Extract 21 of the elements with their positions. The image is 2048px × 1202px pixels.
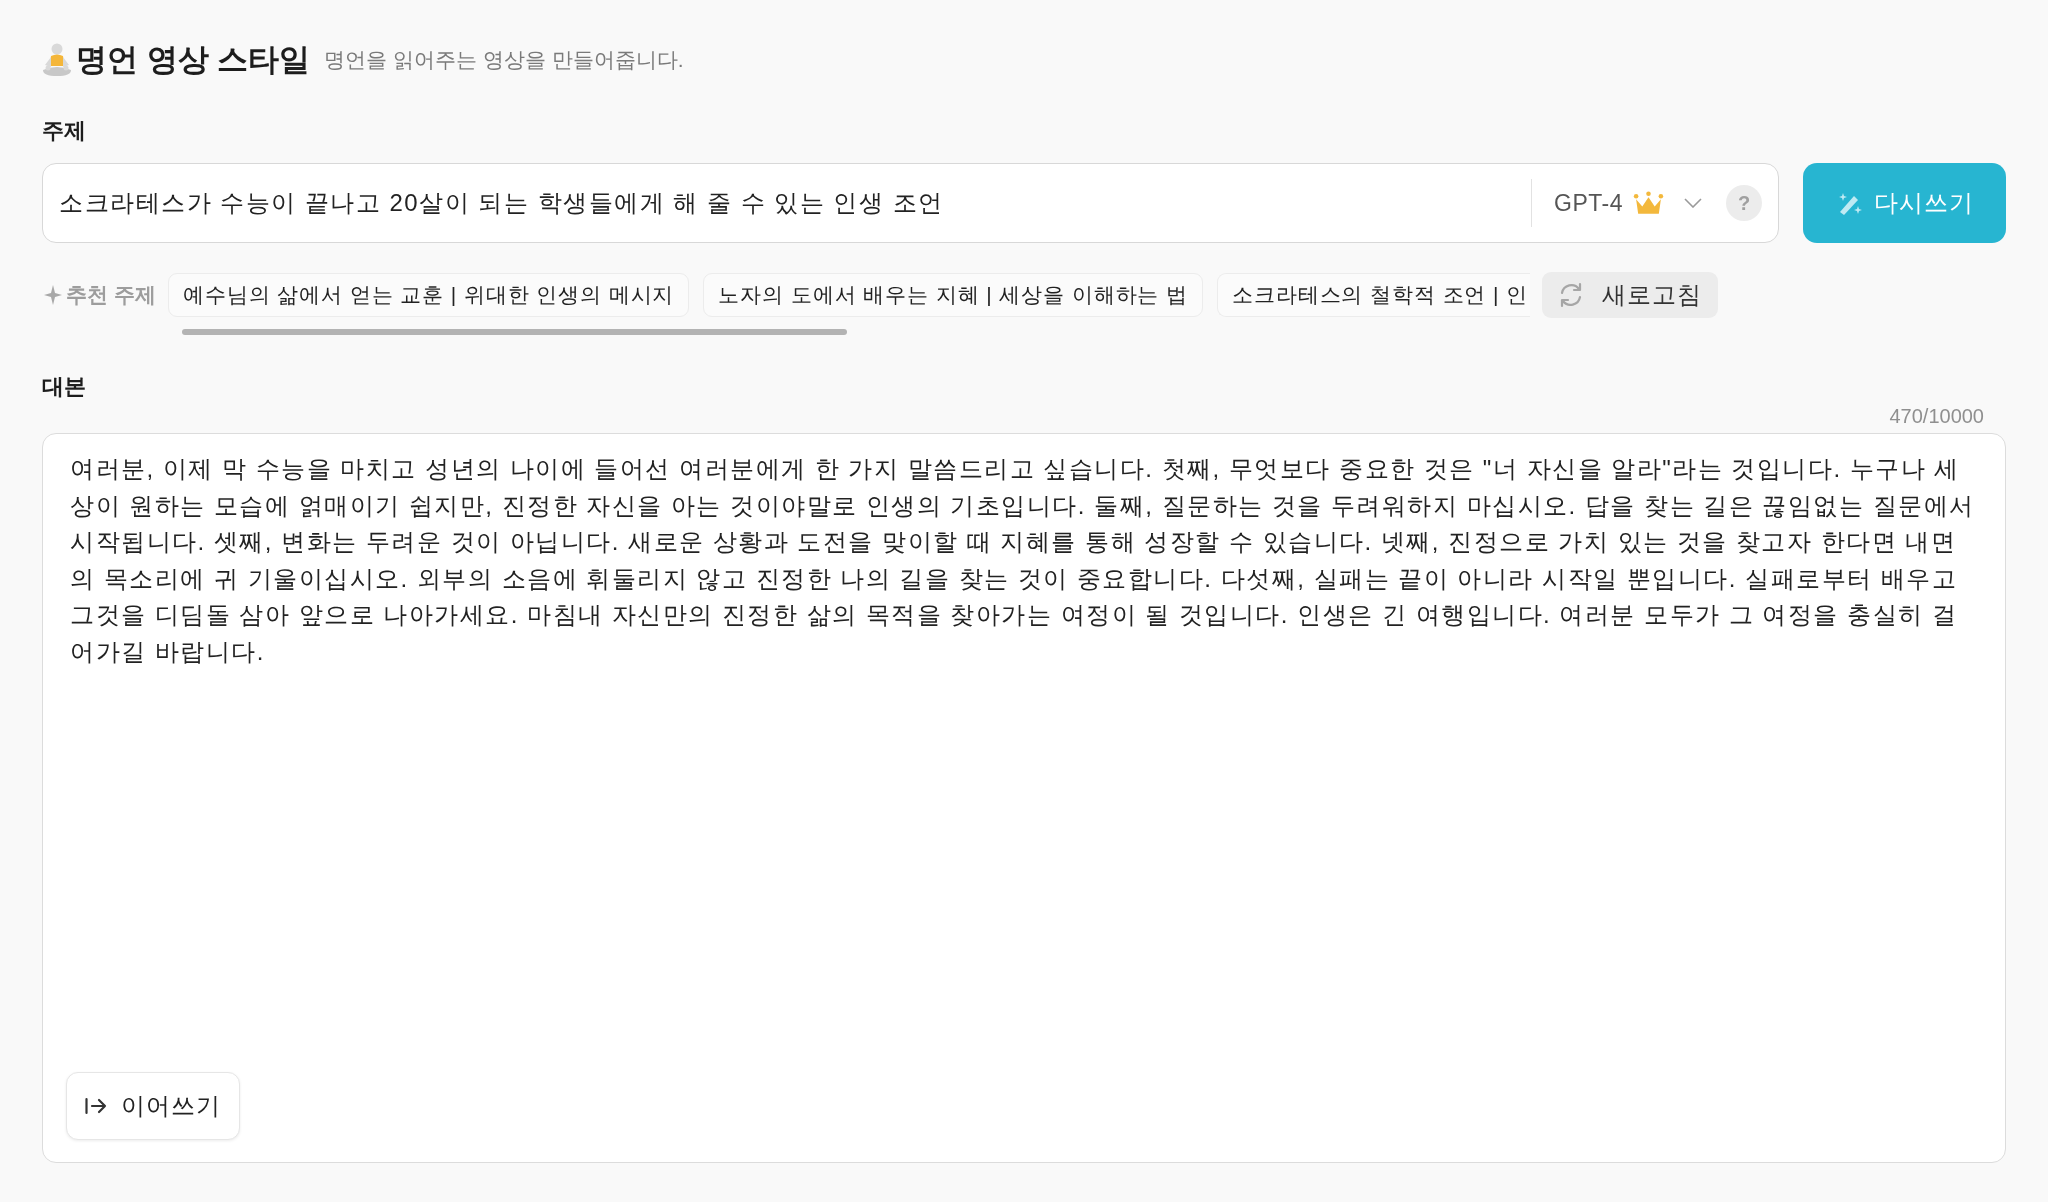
crown-icon [1633,190,1664,216]
chevron-down-icon [1684,198,1702,208]
topic-chip[interactable]: 예수님의 삶에서 얻는 교훈 | 위대한 인생의 메시지 [167,273,690,317]
script-label: 대본 [42,373,86,401]
continue-writing-button[interactable]: 이어쓰기 [66,1072,240,1140]
suggestions-label: 추천 주제 [66,282,156,308]
topic-chip[interactable]: 소크라테스의 철학적 조언 | 인 [1216,273,1531,317]
meditating-person-icon [42,43,72,77]
character-count: 470/10000 [1889,404,1984,428]
page-description: 명언을 읽어주는 영상을 만들어줍니다. [324,47,684,73]
script-text: 여러분, 이제 막 수능을 마치고 성년의 나이에 들어선 여러분에게 한 가지 말씀드리고 싶습니다. 첫째, 무엇보다 중요한 것은 "너 자신을 알라"라는 것입니다. 누구나 세상이 원하는 모습에 얽매이기 쉽지만, 진정한 자신을 아는 것이야말로 인생의 기초입니다. 둘째, 질문하는 것을 두려워하지 마십시오. 답을 찾는 길은 끊임없는 질문에서 시작됩니다. 셋째, 변화는 두려운 것이 아닙니다. 새로운 상황과 도전을 맞이할 때 지혜를 통해 성장할 수 있습니다. 넷째, 진정으로 가치 있는 것을 찾고자 한다면 내면의 목소리에 귀 기울이십시오. 외부의 소음에 휘둘리지 않고 진정한 나의 길을 찾는 것이 중요합니다. 다섯째, 실패는 끝이 아니라 시작일 뿐입니다. 실패로부터 배우고 그것을 디딤돌 삼아 앞으로 나아가세요. 마침내 자신만의 진정한 삶의 목적을 찾아가는 여정이 될 것입니다. 인생은 긴 여행입니다. 여러분 모두가 그 여정을 충실히 걸어가길 바랍니다. [70,454,1976,667]
model-select[interactable]: GPT-4 [1554,188,1702,218]
arrow-right-to-bar-icon [85,1097,107,1115]
topic-label: 주제 [42,117,86,145]
topic-input[interactable]: 소크라테스가 수능이 끝나고 20살이 되는 학생들에게 해 줄 수 있는 인생 조언 [43,186,1531,220]
script-field[interactable] [42,433,2006,1163]
page-title: 명언 영상 스타일 [76,41,311,79]
topic-chip[interactable]: 노자의 도에서 배우는 지혜 | 세상을 이해하는 법 [703,273,1203,317]
refresh-button[interactable]: 새로고침 [1542,272,1719,318]
horizontal-scrollbar[interactable] [182,329,847,335]
sparkle-icon [44,285,62,305]
